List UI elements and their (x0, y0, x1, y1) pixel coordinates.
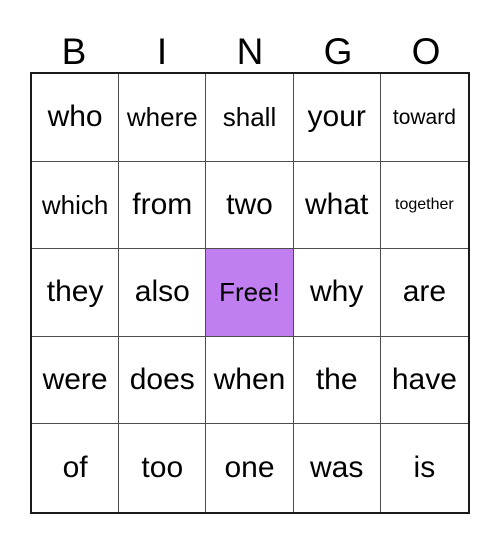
header-letter-o: O (411, 31, 441, 72)
bingo-cell-label: were (42, 363, 108, 397)
bingo-cell-label: when (213, 363, 286, 397)
bingo-cell[interactable]: the (293, 336, 381, 425)
bingo-cell-label: toward (392, 105, 456, 129)
bingo-cell[interactable]: of (32, 424, 120, 512)
bingo-cell[interactable]: are (380, 249, 468, 337)
bingo-cell-label: the (315, 363, 358, 397)
bingo-cell-label: what (305, 187, 369, 221)
bingo-cell[interactable]: which (32, 161, 120, 250)
bingo-cell-label: which (41, 189, 109, 220)
header-letter-i: I (156, 31, 168, 72)
bingo-cell[interactable]: have (380, 336, 468, 425)
bingo-cell-label: where (126, 102, 198, 133)
bingo-cell[interactable]: is (380, 424, 468, 512)
bingo-cell[interactable]: why (293, 249, 381, 337)
bingo-cell[interactable]: also (119, 249, 207, 337)
bingo-cell-label: your (307, 100, 366, 134)
bingo-cell[interactable]: two (206, 161, 294, 250)
bingo-cell[interactable]: when (206, 336, 294, 425)
bingo-grid: who where shall your toward which from two what t… (30, 72, 470, 514)
bingo-cell-label: too (141, 451, 184, 485)
bingo-cell[interactable]: together (380, 161, 468, 250)
bingo-cell-label: one (224, 451, 275, 485)
bingo-cell-label: also (134, 275, 190, 309)
bingo-cell[interactable]: toward (380, 74, 468, 162)
bingo-cell-label: is (413, 451, 436, 485)
bingo-cell-label: shall (222, 102, 277, 133)
bingo-cell[interactable]: one (206, 424, 294, 512)
bingo-cell[interactable]: where (119, 74, 207, 162)
bingo-cell[interactable]: your (293, 74, 381, 162)
header-letter-b: B (61, 31, 87, 72)
bingo-header-row: B I N G O (30, 16, 470, 72)
bingo-cell[interactable]: too (119, 424, 207, 512)
bingo-cell[interactable]: shall (206, 74, 294, 162)
bingo-cell-label: from (132, 187, 193, 221)
bingo-cell[interactable]: was (293, 424, 381, 512)
bingo-cell-label: Free! (219, 277, 280, 308)
bingo-cell-label: of (62, 451, 88, 485)
bingo-cell-label: have (391, 363, 457, 397)
bingo-cell-label: are (402, 275, 447, 309)
bingo-cell[interactable]: they (32, 249, 120, 337)
bingo-cell-label: together (395, 195, 454, 213)
bingo-cell-label: who (47, 100, 103, 134)
bingo-cell[interactable]: does (119, 336, 207, 425)
bingo-cell-label: why (310, 275, 364, 309)
bingo-cell-free-space[interactable]: Free! (206, 249, 294, 337)
header-letter-g: G (323, 31, 353, 72)
bingo-cell-label: was (310, 451, 364, 485)
bingo-cell[interactable]: what (293, 161, 381, 250)
bingo-cell-label: two (226, 187, 273, 221)
bingo-card: B I N G O who where shall your toward which fr… (0, 0, 500, 544)
bingo-cell[interactable]: from (119, 161, 207, 250)
bingo-cell[interactable]: who (32, 74, 120, 162)
header-letter-n: N (236, 31, 264, 72)
bingo-cell[interactable]: were (32, 336, 120, 425)
bingo-cell-label: they (46, 275, 104, 309)
bingo-cell-label: does (129, 363, 195, 397)
